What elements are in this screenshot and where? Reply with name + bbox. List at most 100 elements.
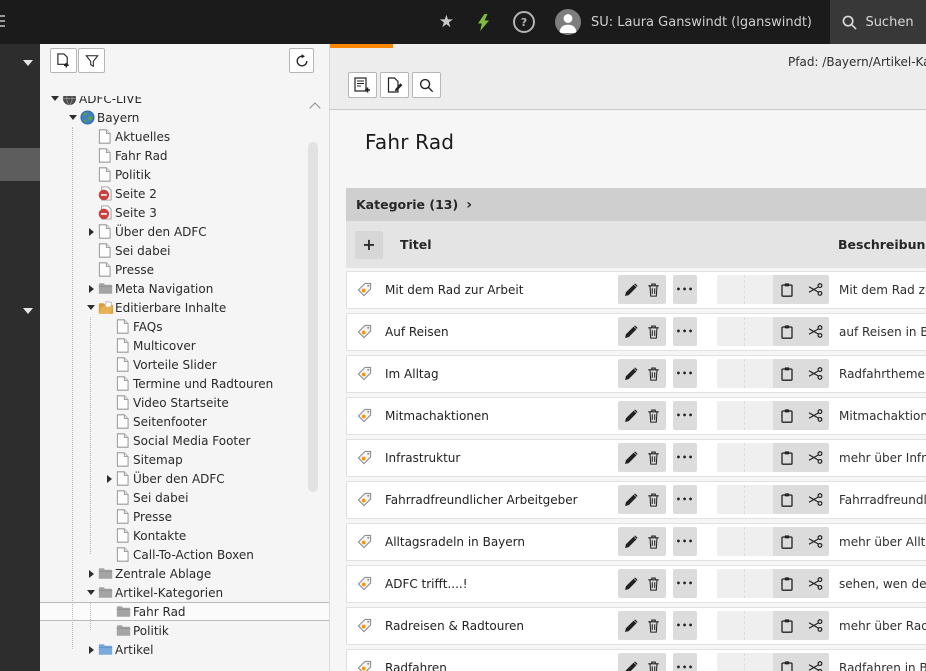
cut-scissors-icon[interactable] xyxy=(801,317,829,346)
cut-scissors-icon[interactable] xyxy=(801,401,829,430)
tree-item-über-den-adfc[interactable]: Über den ADFC xyxy=(40,222,329,241)
more-options-button[interactable]: ••• xyxy=(673,527,697,556)
edit-pencil-icon[interactable] xyxy=(624,535,638,549)
folder-icon[interactable] xyxy=(98,567,115,580)
folder-icon[interactable] xyxy=(116,605,133,618)
page-icon[interactable] xyxy=(116,509,133,524)
tree-item-call-to-action-boxen[interactable]: Call-To-Action Boxen xyxy=(40,545,329,564)
page-icon[interactable] xyxy=(98,129,115,144)
folder-icon[interactable] xyxy=(98,282,115,295)
help-icon[interactable]: ? xyxy=(513,11,535,33)
tree-item-sei-dabei[interactable]: Sei dabei xyxy=(40,488,329,507)
tree-item-zentrale-ablage[interactable]: Zentrale Ablage xyxy=(40,564,329,583)
more-options-button[interactable]: ••• xyxy=(673,359,697,388)
page-icon[interactable] xyxy=(116,452,133,467)
edit-pencil-icon[interactable] xyxy=(624,325,638,339)
page-icon[interactable] xyxy=(116,395,133,410)
cut-scissors-icon[interactable] xyxy=(801,485,829,514)
copy-clipboard-icon[interactable] xyxy=(773,527,801,556)
delete-trash-icon[interactable] xyxy=(647,451,660,465)
category-title[interactable]: Infrastruktur xyxy=(385,440,460,476)
delete-trash-icon[interactable] xyxy=(647,535,660,549)
page-icon[interactable] xyxy=(116,357,133,372)
tree-item-sitemap[interactable]: Sitemap xyxy=(40,450,329,469)
copy-clipboard-icon[interactable] xyxy=(773,401,801,430)
add-category-button[interactable]: + xyxy=(355,231,383,259)
tree-item-seitenfooter[interactable]: Seitenfooter xyxy=(40,412,329,431)
cut-scissors-icon[interactable] xyxy=(801,275,829,304)
selected-module-indicator[interactable] xyxy=(0,148,40,181)
tree-item-kontakte[interactable]: Kontakte xyxy=(40,526,329,545)
new-page-button[interactable] xyxy=(50,48,77,73)
tree-item-artikel-kategorien[interactable]: Artikel-Kategorien xyxy=(40,583,329,602)
page-icon[interactable] xyxy=(98,262,115,277)
page-hidden-icon[interactable] xyxy=(98,205,115,220)
tree-item-politik[interactable]: Politik xyxy=(40,165,329,184)
delete-trash-icon[interactable] xyxy=(647,577,660,591)
page-icon[interactable] xyxy=(116,471,133,486)
tree-item-seite-2[interactable]: Seite 2 xyxy=(40,184,329,203)
search-records-button[interactable] xyxy=(412,72,441,98)
page-icon[interactable] xyxy=(116,376,133,391)
more-options-button[interactable]: ••• xyxy=(673,275,697,304)
more-options-button[interactable]: ••• xyxy=(673,611,697,640)
delete-trash-icon[interactable] xyxy=(647,661,660,671)
more-options-button[interactable]: ••• xyxy=(673,569,697,598)
edit-pencil-icon[interactable] xyxy=(624,577,638,591)
copy-clipboard-icon[interactable] xyxy=(773,443,801,472)
expander-expand-icon[interactable] xyxy=(89,570,94,578)
more-options-button[interactable]: ••• xyxy=(673,317,697,346)
category-title[interactable]: Radreisen & Radtouren xyxy=(385,608,524,644)
delete-trash-icon[interactable] xyxy=(647,367,660,381)
category-title[interactable]: Radfahren xyxy=(385,650,447,671)
cut-scissors-icon[interactable] xyxy=(801,443,829,472)
expander-expand-icon[interactable] xyxy=(89,646,94,654)
category-title[interactable]: Alltagsradeln in Bayern xyxy=(385,524,525,560)
tree-item-über-den-adfc[interactable]: Über den ADFC xyxy=(40,469,329,488)
tree-item-video-startseite[interactable]: Video Startseite xyxy=(40,393,329,412)
expander-expand-icon[interactable] xyxy=(107,475,112,483)
tree-item-bayern[interactable]: Bayern xyxy=(40,108,329,127)
cut-scissors-icon[interactable] xyxy=(801,653,829,671)
category-title[interactable]: Auf Reisen xyxy=(385,314,449,350)
more-options-button[interactable]: ••• xyxy=(673,443,697,472)
delete-trash-icon[interactable] xyxy=(647,409,660,423)
bookmark-star-icon[interactable]: ★ xyxy=(439,12,454,32)
page-icon[interactable] xyxy=(116,490,133,505)
tree-item-adfc-live[interactable]: ADFC-LIVE xyxy=(40,96,329,108)
category-title[interactable]: Mitmachaktionen xyxy=(385,398,489,434)
edit-pencil-icon[interactable] xyxy=(624,661,638,671)
folder-content-icon[interactable] xyxy=(98,301,115,315)
tree-item-meta-navigation[interactable]: Meta Navigation xyxy=(40,279,329,298)
category-title[interactable]: Mit dem Rad zur Arbeit xyxy=(385,272,523,308)
tree-item-editierbare-inhalte[interactable]: Editierbare Inhalte xyxy=(40,298,329,317)
expander-collapse-icon[interactable] xyxy=(51,96,59,101)
folder-blue-icon[interactable] xyxy=(98,643,115,656)
tree-item-aktuelles[interactable]: Aktuelles xyxy=(40,127,329,146)
tree-item-seite-3[interactable]: Seite 3 xyxy=(40,203,329,222)
expander-expand-icon[interactable] xyxy=(89,228,94,236)
delete-trash-icon[interactable] xyxy=(647,283,660,297)
tree-item-social-media-footer[interactable]: Social Media Footer xyxy=(40,431,329,450)
delete-trash-icon[interactable] xyxy=(647,325,660,339)
tree-item-presse[interactable]: Presse xyxy=(40,260,329,279)
module-group-chevron-down-icon[interactable] xyxy=(23,60,33,66)
delete-trash-icon[interactable] xyxy=(647,619,660,633)
tree-item-vorteile-slider[interactable]: Vorteile Slider xyxy=(40,355,329,374)
tree-item-sei-dabei[interactable]: Sei dabei xyxy=(40,241,329,260)
category-title[interactable]: Im Alltag xyxy=(385,356,439,392)
delete-trash-icon[interactable] xyxy=(647,493,660,507)
copy-clipboard-icon[interactable] xyxy=(773,359,801,388)
edit-page-button[interactable] xyxy=(380,72,409,98)
page-icon[interactable] xyxy=(116,433,133,448)
more-options-button[interactable]: ••• xyxy=(673,401,697,430)
page-icon[interactable] xyxy=(98,148,115,163)
tree-item-multicover[interactable]: Multicover xyxy=(40,336,329,355)
copy-clipboard-icon[interactable] xyxy=(773,485,801,514)
folder-icon[interactable] xyxy=(116,624,133,637)
tree-item-fahr-rad[interactable]: Fahr Rad xyxy=(40,146,329,165)
copy-clipboard-icon[interactable] xyxy=(773,611,801,640)
category-section-header[interactable]: Kategorie (13) › xyxy=(346,188,926,221)
expander-collapse-icon[interactable] xyxy=(69,115,77,120)
cut-scissors-icon[interactable] xyxy=(801,569,829,598)
